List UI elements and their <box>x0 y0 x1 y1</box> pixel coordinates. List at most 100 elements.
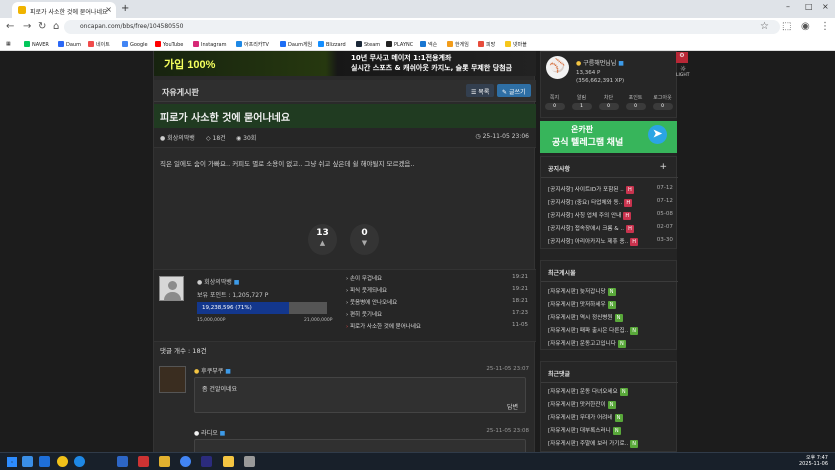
bookmark-youtube[interactable]: YouTube <box>155 41 183 48</box>
post-body: 직은 일에도 숨이 가빠요.. 커피도 별로 소용이 없고.. 그냥 쉬고 싶은… <box>160 160 415 168</box>
taskbar-app-icon[interactable] <box>201 456 212 467</box>
recent-post-link[interactable]: [자유게시판] 늦저갑니당 N <box>548 287 673 297</box>
system-clock[interactable]: 오후 7:47 2025-11-06 <box>799 455 828 467</box>
recent-post-item[interactable]: › 웃음병에 안나오네요 18:21 <box>346 298 528 310</box>
comment-box: 좀 건알이네요 답변 <box>194 377 526 413</box>
block-stat[interactable]: 차단 0 <box>597 94 620 110</box>
arrow-icon: › <box>346 288 349 294</box>
address-bar[interactable]: oncapan.com/bbs/free/104580550 <box>64 20 780 34</box>
hot-badge: H <box>630 238 639 246</box>
user-profile-panel: ⚾ ● 구름해먼님님 ■ 13,364 P (356,662,391 XP) 쪽… <box>540 51 677 118</box>
notice-item[interactable]: [공지사항] 아리아카지노 제휴 종.. H 03-30 <box>548 237 673 247</box>
profile-icon[interactable]: ◉ <box>801 21 810 32</box>
bookmark-blizzard[interactable]: Blizzard <box>318 41 346 48</box>
browser-menu-icon[interactable]: ⋮ <box>820 21 830 32</box>
bookmark-naver[interactable]: NAVER <box>24 41 49 48</box>
reply-button[interactable]: 답변 <box>507 402 518 411</box>
recent-comment-link[interactable]: [자유게시판] 무대가 어려네 N <box>548 413 673 423</box>
notice-item[interactable]: [공지사항] 사이트ID가 포함된 .. H 07-12 <box>548 185 673 195</box>
bookmark-pmang[interactable]: 피망 <box>478 41 495 48</box>
recent-post-link[interactable]: [자유게시판] 역시 정신병원 N <box>548 313 673 323</box>
recent-comment-link[interactable]: [자유게시판] 운동 다녀오세요 N <box>548 387 673 397</box>
bookmark-plaync[interactable]: PLAYNC <box>386 41 413 48</box>
bookmark-instagram[interactable]: Instagram <box>193 41 226 48</box>
bookmark-nate[interactable]: 네이트 <box>88 41 110 48</box>
steam-icon <box>356 41 362 47</box>
notice-item[interactable]: [공지사항] 접속장애시 크롬 & .. H 02-07 <box>548 224 673 234</box>
list-button[interactable]: ☰ 목록 <box>466 84 495 97</box>
taskbar-app-icon[interactable] <box>138 456 149 467</box>
bookmark-steam[interactable]: Steam <box>356 41 380 48</box>
close-window-icon[interactable]: × <box>822 2 829 11</box>
recent-comment-link[interactable]: [자유게시판] 대부록스러니 N <box>548 426 673 436</box>
alert-count: 1 <box>571 103 592 110</box>
upvote-button[interactable]: 13 ▲ <box>308 224 337 255</box>
light-mode-icon[interactable]: ☼ <box>680 65 686 73</box>
minimize-icon[interactable]: – <box>786 2 790 11</box>
bookmark-afreecatv[interactable]: 아프리카TV <box>236 41 269 48</box>
telegram-ad-banner[interactable]: 온카판 공식 텔레그램 채널 ➤ <box>540 121 677 153</box>
main-content: 가입 100% 10년 무사고 메이저 1:1전용계좌 실시간 스포츠 & 캐쉬… <box>153 51 536 452</box>
recent-post-item[interactable]: › 피식 웃게되네요 19:21 <box>346 286 528 298</box>
new-tab-icon[interactable]: + <box>121 3 129 14</box>
post-meta: ● 회상의딱뱅 ◇ 18건 ◉ 30회 ◷ 25-11-05 23:06 <box>154 128 536 148</box>
back-icon[interactable]: ← <box>6 21 14 32</box>
comment-author[interactable]: ● 후쿠부쿠 ■ <box>194 366 231 375</box>
points-stat[interactable]: 포인트 0 <box>624 94 647 110</box>
store-icon[interactable] <box>39 456 50 467</box>
bookmark-daum-game[interactable]: Daum게임 <box>280 41 312 48</box>
block-count: 0 <box>598 103 619 110</box>
profile-name[interactable]: ● 구름해먼님님 ■ <box>576 58 624 67</box>
taskbar-app-icon[interactable] <box>117 456 128 467</box>
bookmark-hangame[interactable]: 한게임 <box>447 41 469 48</box>
logout-stat[interactable]: 로그아웃 0 <box>651 94 674 110</box>
active-browser-tab[interactable]: 피로가 사소한 것에 묻어나네요 × <box>12 2 116 18</box>
chrome-icon[interactable] <box>57 456 68 467</box>
taskbar-app-icon[interactable] <box>159 456 170 467</box>
post-author[interactable]: ● 회상의딱뱅 <box>160 133 195 142</box>
recent-post-item[interactable]: › 편히 웃기네요 17:23 <box>346 310 528 322</box>
point-count: 0 <box>625 103 646 110</box>
write-button[interactable]: ✎ 글쓰기 <box>497 84 531 97</box>
ad-banner[interactable]: 가입 100% 10년 무사고 메이저 1:1전용계좌 실시간 스포츠 & 캐쉬… <box>154 51 536 76</box>
recent-post-item-current[interactable]: › 피로가 사소한 것에 묻어나네요 11-05 <box>346 322 528 334</box>
forward-icon[interactable]: → <box>23 21 31 32</box>
comment-author[interactable]: ● 라디오 ■ <box>194 428 225 437</box>
refresh-icon[interactable]: ↻ <box>38 21 46 32</box>
windows-start-icon[interactable] <box>7 457 17 467</box>
close-tab-icon[interactable]: × <box>105 5 112 14</box>
bookmark-nexon[interactable]: 넥슨 <box>420 41 437 48</box>
banner-right-text: 10년 무사고 메이저 1:1전용계좌 실시간 스포츠 & 캐쉬아웃 카지노, … <box>351 54 513 72</box>
notice-item[interactable]: [공지사항] (중요) 타업체와 동.. H 07-12 <box>548 198 673 208</box>
file-explorer-icon[interactable] <box>22 456 33 467</box>
author-name[interactable]: ● 회상의딱뱅 ■ <box>197 277 239 286</box>
recent-post-item[interactable]: › 손이 무겁네요 19:21 <box>346 274 528 286</box>
settings-icon[interactable]: ⚙ <box>676 52 688 63</box>
taskbar-app-icon[interactable] <box>223 456 234 467</box>
star-icon[interactable]: ☆ <box>760 21 769 32</box>
recent-comment-link[interactable]: [자유게시판] 주말에 보러 가기로.. N <box>548 439 673 449</box>
chrome-active-icon[interactable] <box>180 456 191 467</box>
bookmark-netmarble[interactable]: 넷마블 <box>505 41 527 48</box>
messages-stat[interactable]: 쪽지 0 <box>543 94 566 110</box>
plus-icon[interactable]: + <box>659 162 667 172</box>
alerts-stat[interactable]: 알림 1 <box>570 94 593 110</box>
maximize-icon[interactable]: □ <box>805 2 813 11</box>
bookmark-google[interactable]: Google <box>122 41 148 48</box>
recent-post-link[interactable]: [자유게시판] 패파 출시은 다른집.. N <box>548 326 673 336</box>
bookmark-daum[interactable]: Daum <box>58 41 81 48</box>
taskbar-app-icon[interactable] <box>244 456 255 467</box>
recent-post-link[interactable]: [자유게시판] 맛저하세우 N <box>548 300 673 310</box>
apps-icon[interactable]: ▦ <box>6 41 11 47</box>
recent-post-link[interactable]: [자유게시판] 운동고고입니다 N <box>548 339 673 349</box>
notice-item[interactable]: [공지사항] 사칭 업체 주의 안내 H 05-08 <box>548 211 673 221</box>
message-count: 0 <box>544 103 565 110</box>
extensions-icon[interactable]: ⬚ <box>782 21 791 32</box>
downvote-count: 0 <box>361 228 368 238</box>
recent-comment-link[interactable]: [자유게시판] 맛커한잔이 N <box>548 400 673 410</box>
downvote-button[interactable]: 0 ▼ <box>350 224 379 255</box>
comment-text: 좀 건알이네요 <box>202 386 238 393</box>
home-icon[interactable]: ⌂ <box>53 21 59 32</box>
verified-icon: ■ <box>225 368 231 375</box>
edge-icon[interactable] <box>74 456 85 467</box>
